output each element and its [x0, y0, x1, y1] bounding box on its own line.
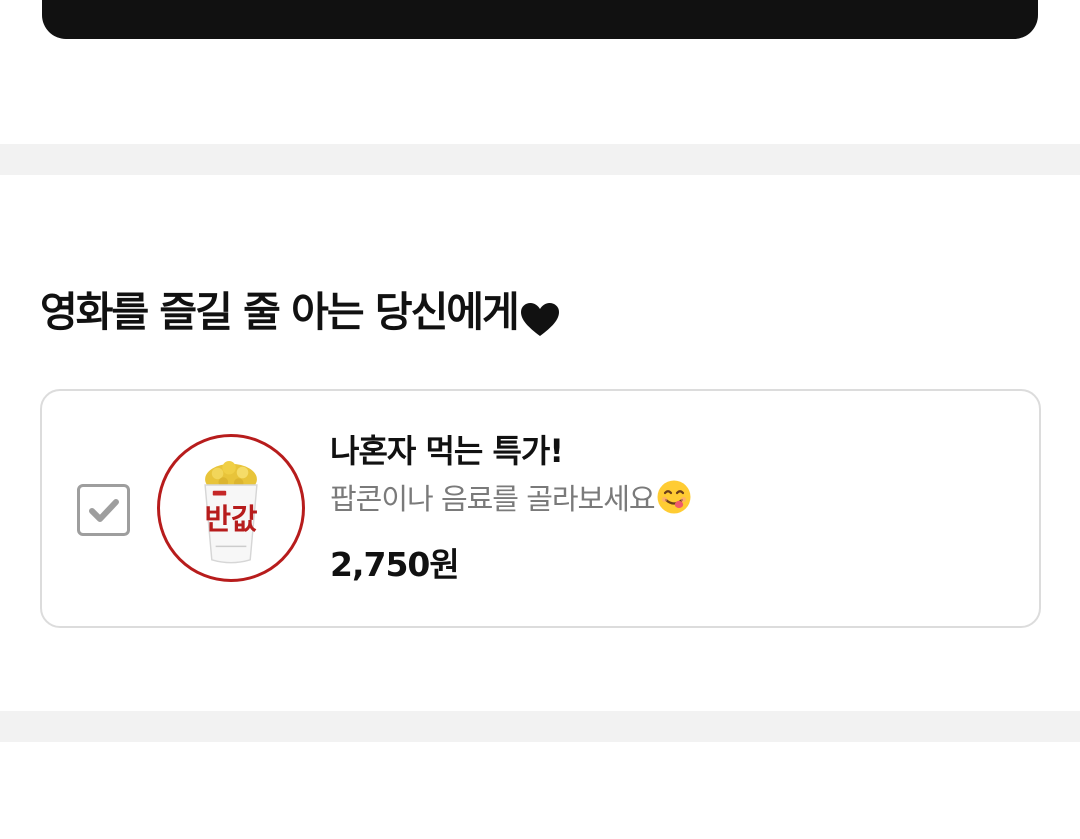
- section-title: 영화를 즐길 줄 아는 당신에게: [40, 282, 560, 342]
- product-price: 2,750원: [330, 545, 460, 584]
- yum-emoji-icon: [657, 480, 691, 514]
- product-name: 나혼자 먹는 특가!: [330, 432, 564, 470]
- checkmark-icon: [88, 499, 119, 522]
- product-image: 반값: [157, 434, 305, 582]
- product-description: 팝콘이나 음료를 골라보세요: [330, 482, 656, 516]
- product-info: 나혼자 먹는 특가! 팝콘이나 음료를 골라보세요 2,750원: [330, 427, 1010, 589]
- product-image-text: 반값: [205, 502, 258, 536]
- top-card-bottom-edge: [42, 0, 1038, 39]
- product-select-checkbox[interactable]: [77, 484, 130, 536]
- section-title-text: 영화를 즐길 줄 아는 당신에게: [40, 288, 520, 336]
- product-card[interactable]: 반값 나혼자 먹는 특가! 팝콘이나 음료를 골라보세요 2,750원: [40, 389, 1041, 628]
- heart-icon: [520, 294, 560, 336]
- section-divider-bottom: [0, 711, 1080, 742]
- product-description-row: 팝콘이나 음료를 골라보세요: [330, 473, 1010, 521]
- section-divider-top: [0, 144, 1080, 175]
